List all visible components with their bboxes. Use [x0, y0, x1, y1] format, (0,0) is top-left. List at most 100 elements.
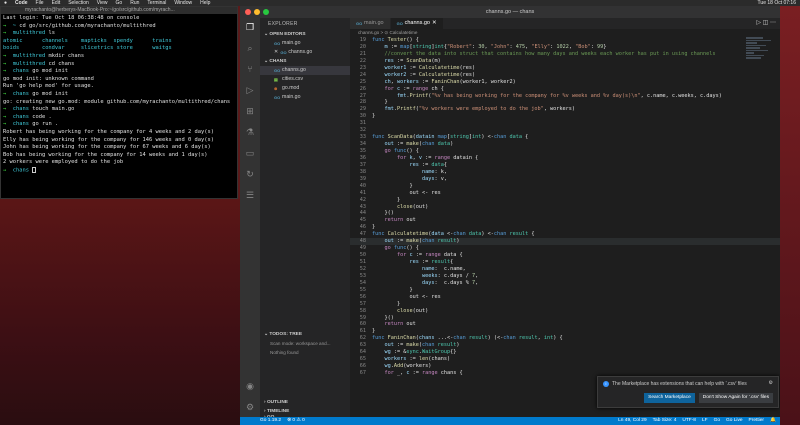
run-debug-icon[interactable]: ▷: [245, 85, 256, 96]
code-line[interactable]: 44 }(): [350, 210, 780, 217]
search-icon[interactable]: ⌕: [245, 43, 256, 54]
status-encoding[interactable]: UTF-8: [682, 417, 696, 425]
terminal-window[interactable]: myrachanto@herberys-MacBook-Pro:~/go/src…: [0, 6, 238, 199]
breadcrumb[interactable]: channs.go > ⊙ Calculatetime: [350, 29, 780, 37]
code-line[interactable]: 54 days: c.days % 7,: [350, 280, 780, 287]
close-icon[interactable]: ✕: [274, 48, 278, 57]
code-line[interactable]: 19 func Tester() {: [350, 37, 780, 44]
status-cursor-position[interactable]: Ln 49, Col 29: [618, 417, 647, 425]
code-line[interactable]: 31: [350, 120, 780, 127]
code-line[interactable]: 36 for k, v := range datain {: [350, 155, 780, 162]
code-line[interactable]: 45 return out: [350, 217, 780, 224]
open-editor-channs-go[interactable]: ✕ GO channs.go: [260, 48, 350, 57]
code-line[interactable]: 20 m := map[string]int{"Robert": 30, "Jo…: [350, 44, 780, 51]
file-channs-go[interactable]: GO channs.go: [260, 66, 350, 75]
code-line[interactable]: 24 worker2 := Calculatetime(res): [350, 72, 780, 79]
testing-icon[interactable]: ⚗: [245, 127, 256, 138]
code-line[interactable]: 32: [350, 127, 780, 134]
status-go-live[interactable]: Go Live: [726, 417, 743, 425]
code-line[interactable]: 42 }: [350, 197, 780, 204]
code-line[interactable]: 62 func FaninChan(chans ...<-chan result)…: [350, 335, 780, 342]
open-editor-main-go[interactable]: GO main.go: [260, 39, 350, 48]
source-control-icon[interactable]: ⑂: [245, 64, 256, 75]
code-line[interactable]: 23 worker1 := Calculatetime(res): [350, 65, 780, 72]
code-line[interactable]: 57 }: [350, 301, 780, 308]
code-line[interactable]: 65 workers := len(chans): [350, 356, 780, 363]
minimap[interactable]: [746, 37, 774, 97]
code-line[interactable]: 50 for c := range data {: [350, 252, 780, 259]
code-line[interactable]: 40 }: [350, 183, 780, 190]
explorer-icon[interactable]: ❐: [245, 22, 256, 33]
minimize-window-button[interactable]: [254, 9, 260, 15]
code-line[interactable]: 59 }(): [350, 315, 780, 322]
code-line[interactable]: 46}: [350, 224, 780, 231]
status-problems[interactable]: ⊗ 0 ⚠ 0: [287, 417, 305, 425]
code-line[interactable]: 41 out <- res: [350, 190, 780, 197]
folder-chans-section[interactable]: ⌄ CHANS: [260, 57, 350, 66]
todo-tree-icon[interactable]: ☰: [245, 190, 256, 201]
code-line[interactable]: 29 fmt.Printf("%v workers were employed …: [350, 106, 780, 113]
code-line[interactable]: 53 weeks: c.days / 7,: [350, 273, 780, 280]
code-editor[interactable]: 19 func Tester() {20 m := map[string]int{…: [350, 37, 780, 417]
code-line[interactable]: 64 wg := &sync.WaitGroup{}: [350, 349, 780, 356]
code-line[interactable]: 43 close(out): [350, 204, 780, 211]
tab-channs-go[interactable]: GO channs.go ✕: [390, 18, 444, 29]
code-token: ) (<-: [487, 335, 504, 342]
code-line[interactable]: 28 }: [350, 99, 780, 106]
code-line[interactable]: 22 res := ScanData(m): [350, 58, 780, 65]
code-line[interactable]: 48 out := make(chan result): [350, 238, 780, 246]
split-editor-icon[interactable]: ◫: [763, 20, 769, 26]
close-window-button[interactable]: [245, 9, 251, 15]
code-line[interactable]: 25 ch, workers := FaninChan(worker1, wor…: [350, 79, 780, 86]
extensions-icon[interactable]: ⊞: [245, 106, 256, 117]
code-line[interactable]: 66 wg.Add(workers): [350, 363, 780, 370]
code-line[interactable]: 37 res := data{: [350, 162, 780, 169]
file-cities-csv[interactable]: ▤ cities.csv: [260, 75, 350, 84]
status-prettier[interactable]: Prettier: [749, 417, 764, 425]
code-line[interactable]: 47 func Calculatetime(data <-chan data) <…: [350, 231, 780, 238]
bell-icon[interactable]: 🔔: [770, 417, 776, 425]
code-line[interactable]: 56 out <- res: [350, 294, 780, 301]
file-main-go[interactable]: GO main.go: [260, 93, 350, 102]
code-line[interactable]: 51 res := result{: [350, 259, 780, 266]
code-line[interactable]: 27 fmt.Printf("%v has being working for …: [350, 93, 780, 100]
code-line[interactable]: 33 func ScanData(datain map[string]int) <…: [350, 134, 780, 141]
code-token: func: [393, 245, 407, 252]
code-line[interactable]: 21 //convert the data into struct that c…: [350, 51, 780, 58]
open-editors-section[interactable]: ⌄ OPEN EDITORS: [260, 30, 350, 39]
account-icon[interactable]: ◉: [245, 381, 256, 392]
code-line[interactable]: 60 return out: [350, 321, 780, 328]
status-tab-size[interactable]: Tab Size: 4: [653, 417, 677, 425]
code-line[interactable]: 49 go func() {: [350, 245, 780, 252]
code-line[interactable]: 58 close(out): [350, 308, 780, 315]
live-share-icon[interactable]: ↻: [245, 169, 256, 180]
todos-tree-section[interactable]: ⌄ TODOS: TREE: [260, 330, 350, 339]
code-line[interactable]: 61}: [350, 328, 780, 335]
run-icon[interactable]: ▷: [756, 20, 761, 26]
outline-section[interactable]: › OUTLINE: [260, 398, 350, 407]
code-line[interactable]: 63 out := make(chan result): [350, 342, 780, 349]
code-line[interactable]: 52 name: c.name,: [350, 266, 780, 273]
code-line[interactable]: 39 days: v,: [350, 176, 780, 183]
close-icon[interactable]: ✕: [432, 18, 437, 29]
remote-explorer-icon[interactable]: ▭: [245, 148, 256, 159]
code-line[interactable]: 30}: [350, 113, 780, 120]
file-go-mod[interactable]: ⊛ go.mod: [260, 84, 350, 93]
search-marketplace-button[interactable]: Search Marketplace: [644, 393, 695, 403]
code-line[interactable]: 55 }: [350, 287, 780, 294]
zoom-window-button[interactable]: [263, 9, 269, 15]
dont-show-again-button[interactable]: Don't Show Again for '.csv' files: [698, 393, 773, 403]
tab-main-go[interactable]: GO main.go: [350, 18, 391, 29]
terminal-text: touch main.go: [32, 106, 75, 113]
manage-gear-icon[interactable]: ⚙: [245, 402, 256, 413]
code-line[interactable]: 38 name: k,: [350, 169, 780, 176]
code-line[interactable]: 35 go func() {: [350, 148, 780, 155]
status-language[interactable]: Go: [714, 417, 720, 425]
code-line[interactable]: 26 for c := range ch {: [350, 86, 780, 93]
status-go-version[interactable]: Go 1.19.2: [260, 417, 281, 425]
terminal-output[interactable]: Last login: Tue Oct 18 06:38:48 on conso…: [1, 14, 237, 176]
code-line[interactable]: 34 out := make(chan data): [350, 141, 780, 148]
status-eol[interactable]: LF: [702, 417, 708, 425]
more-actions-icon[interactable]: ⋯: [770, 20, 776, 26]
